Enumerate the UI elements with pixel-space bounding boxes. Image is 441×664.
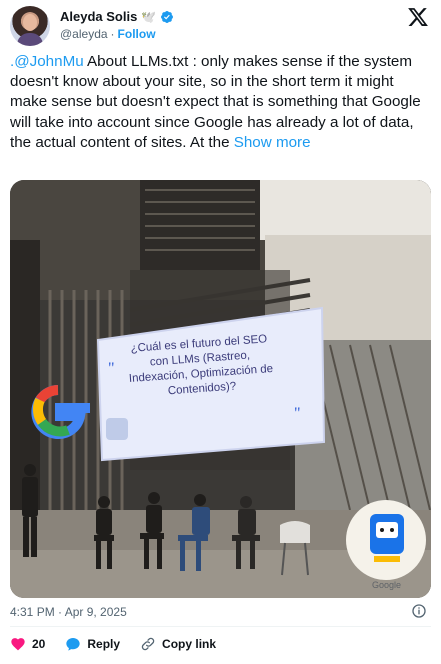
separator-dot: · xyxy=(110,27,115,41)
info-icon[interactable] xyxy=(411,603,427,619)
tweet-card: Aleyda Solis 🕊️ @aleyda · Follow .@JohnM… xyxy=(0,0,441,664)
reply-bubble-icon xyxy=(66,638,81,651)
action-bar: 20 Reply Copy link xyxy=(10,636,236,652)
tweet-text: .@JohnMu About LLMs.txt : only makes sen… xyxy=(10,52,431,153)
svg-text:": " xyxy=(294,405,301,422)
google-badge-label: Google xyxy=(372,580,402,590)
link-icon xyxy=(141,637,155,651)
avatar-body xyxy=(17,33,43,46)
mention-link[interactable]: .@JohnMu xyxy=(10,53,84,70)
x-logo-icon[interactable] xyxy=(407,6,429,28)
slide-question: ¿Cuál es el futuro del SEO con LLMs (Ras… xyxy=(111,331,290,403)
like-button[interactable]: 20 xyxy=(10,636,45,652)
tweet-photo[interactable]: " " ¿Cuál es el futuro del SEO con LLMs … xyxy=(10,180,431,598)
copy-link-label: Copy link xyxy=(162,637,217,651)
reply-label: Reply xyxy=(87,637,121,651)
follow-button[interactable]: Follow xyxy=(118,27,156,41)
copy-link-button[interactable]: Copy link xyxy=(140,636,216,652)
name-row: Aleyda Solis 🕊️ xyxy=(60,9,174,24)
show-more-link[interactable]: Show more xyxy=(234,134,311,151)
heart-icon xyxy=(11,638,25,651)
handle-row: @aleyda · Follow xyxy=(60,27,156,41)
tweet-header: Aleyda Solis 🕊️ @aleyda · Follow xyxy=(10,6,431,46)
reply-button[interactable]: Reply xyxy=(65,636,120,652)
author-display-name[interactable]: Aleyda Solis xyxy=(60,9,137,24)
tweet-timestamp[interactable]: 4:31 PM · Apr 9, 2025 xyxy=(10,605,127,619)
like-count: 20 xyxy=(32,637,46,651)
author-handle[interactable]: @aleyda xyxy=(60,27,108,41)
verified-badge-icon xyxy=(161,10,174,23)
avatar-face xyxy=(23,14,37,31)
dove-emoji-icon: 🕊️ xyxy=(141,9,157,24)
avatar[interactable] xyxy=(10,6,50,46)
divider xyxy=(10,626,431,627)
